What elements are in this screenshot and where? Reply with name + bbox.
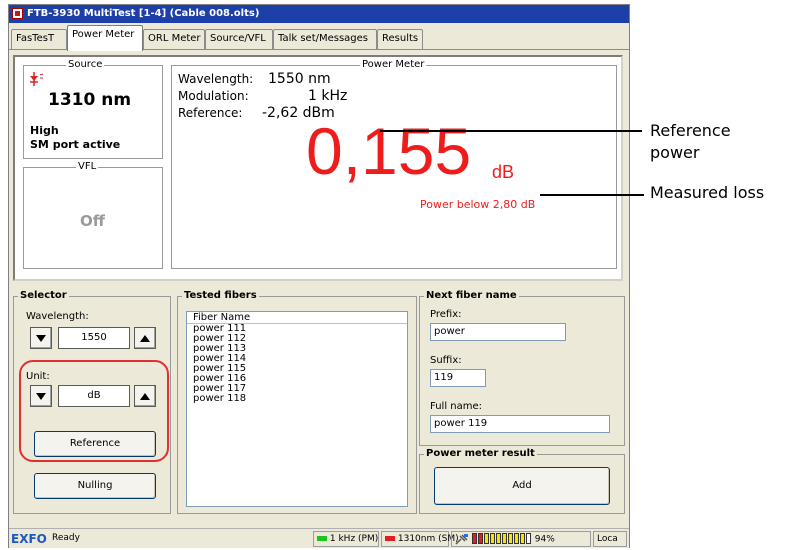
battery-segment <box>513 533 519 544</box>
source-group: Source 1310 nm High SM port active <box>23 59 163 159</box>
suffix-field[interactable]: 119 <box>430 369 486 387</box>
source-port-status: SM port active <box>30 138 121 151</box>
pm-modulation-value: 1 kHz <box>308 88 348 104</box>
reference-power-annotation: Reference power <box>650 120 731 164</box>
source-legend: Source <box>66 59 105 71</box>
locale-status: Loca <box>593 531 627 547</box>
battery-segment <box>525 533 531 544</box>
modulation-status: 1 kHz (PM) <box>313 531 379 547</box>
pm-modulation-label: Modulation: <box>178 89 249 103</box>
battery-segment <box>483 533 489 544</box>
power-meter-result-legend: Power meter result <box>424 448 537 460</box>
full-name-label: Full name: <box>430 401 483 412</box>
status-bar: EXFO Ready 1 kHz (PM) 1310nm (SM) 94% Lo… <box>9 528 629 548</box>
battery-gauge <box>471 532 532 546</box>
battery-segment <box>519 533 525 544</box>
vfl-group: VFL Off <box>23 161 163 269</box>
arrow-up-icon <box>140 335 150 342</box>
reference-power-annotation-line1: Reference <box>650 121 731 140</box>
tested-fibers-group: Tested fibers Fiber Name power 111 power… <box>177 290 417 514</box>
red-indicator-icon <box>385 536 395 541</box>
tab-orl-meter[interactable]: ORL Meter <box>143 29 205 49</box>
tab-power-meter[interactable]: Power Meter <box>67 25 143 51</box>
pm-reading: 0,155 <box>306 114 472 188</box>
add-button[interactable]: Add <box>434 467 610 505</box>
reference-power-callout-line <box>380 130 642 132</box>
app-window: FTB-3930 MultiTest [1-4] (Cable 008.olts… <box>8 4 630 548</box>
battery-segment <box>495 533 501 544</box>
tested-fibers-list[interactable]: Fiber Name power 111 power 112 power 113… <box>186 311 408 507</box>
measured-loss-annotation: Measured loss <box>650 183 765 202</box>
battery-percent: 94% <box>534 534 555 545</box>
title-bar: FTB-3930 MultiTest [1-4] (Cable 008.olts… <box>9 5 629 23</box>
reference-power-annotation-line2: power <box>650 143 700 162</box>
window-title: FTB-3930 MultiTest [1-4] (Cable 008.olts… <box>27 8 260 19</box>
power-meter-group: Power Meter Wavelength: 1550 nm Modulati… <box>171 59 617 269</box>
source-status: 1310nm (SM) <box>381 531 459 547</box>
tab-bar: FasTesT Power Meter ORL Meter Source/VFL… <box>9 25 629 51</box>
suffix-label: Suffix: <box>430 355 462 366</box>
exfo-logo: EXFO <box>11 532 47 546</box>
arrow-down-icon <box>36 335 46 342</box>
battery-segment <box>477 533 483 544</box>
vfl-state: Off <box>80 212 105 230</box>
app-icon <box>12 8 23 19</box>
battery-segment <box>507 533 513 544</box>
full-name-field[interactable]: power 119 <box>430 415 610 433</box>
pm-wavelength-label: Wavelength: <box>178 72 254 86</box>
tab-talk-set-messages[interactable]: Talk set/Messages <box>273 29 377 49</box>
tab-fastest[interactable]: FasTesT <box>11 29 67 49</box>
measured-loss-callout-line <box>540 194 644 196</box>
status-text: Ready <box>52 533 80 543</box>
tested-fibers-legend: Tested fibers <box>182 290 259 302</box>
prefix-label: Prefix: <box>430 309 462 320</box>
list-item[interactable]: power 118 <box>187 394 407 404</box>
source-wavelength: 1310 nm <box>48 90 132 110</box>
next-fiber-legend: Next fiber name <box>424 290 519 302</box>
tab-results[interactable]: Results <box>377 29 423 49</box>
green-indicator-icon <box>317 536 327 541</box>
pm-reading-unit: dB <box>492 162 515 182</box>
source-status-text: 1310nm (SM) <box>397 534 459 544</box>
pm-reference-label: Reference: <box>178 106 243 120</box>
battery-segment <box>489 533 495 544</box>
display-panel: Source 1310 nm High SM port active VFL O… <box>13 55 623 281</box>
next-fiber-group: Next fiber name Prefix: power Suffix: 11… <box>419 290 625 446</box>
vfl-legend: VFL <box>76 161 99 173</box>
selector-wavelength-label: Wavelength: <box>26 311 89 322</box>
battery-status: 94% <box>451 531 591 547</box>
modulation-status-text: 1 kHz (PM) <box>329 534 379 544</box>
wavelength-up-button[interactable] <box>134 327 156 349</box>
pm-wavelength-value: 1550 nm <box>268 71 331 87</box>
power-meter-result-group: Power meter result Add <box>419 448 625 514</box>
selector-legend: Selector <box>18 290 69 302</box>
unit-reference-highlight <box>19 360 169 462</box>
wavelength-down-button[interactable] <box>30 327 52 349</box>
plug-icon <box>455 533 469 545</box>
pm-status: Power below 2,80 dB <box>420 198 536 211</box>
battery-segment <box>501 533 507 544</box>
source-level: High <box>30 124 59 137</box>
laser-source-icon <box>30 71 46 87</box>
tab-source-vfl[interactable]: Source/VFL <box>205 29 273 49</box>
battery-segment <box>471 533 477 544</box>
power-meter-legend: Power Meter <box>360 59 427 71</box>
nulling-button[interactable]: Nulling <box>34 473 156 499</box>
wavelength-value: 1550 <box>58 327 130 349</box>
prefix-field[interactable]: power <box>430 323 566 341</box>
